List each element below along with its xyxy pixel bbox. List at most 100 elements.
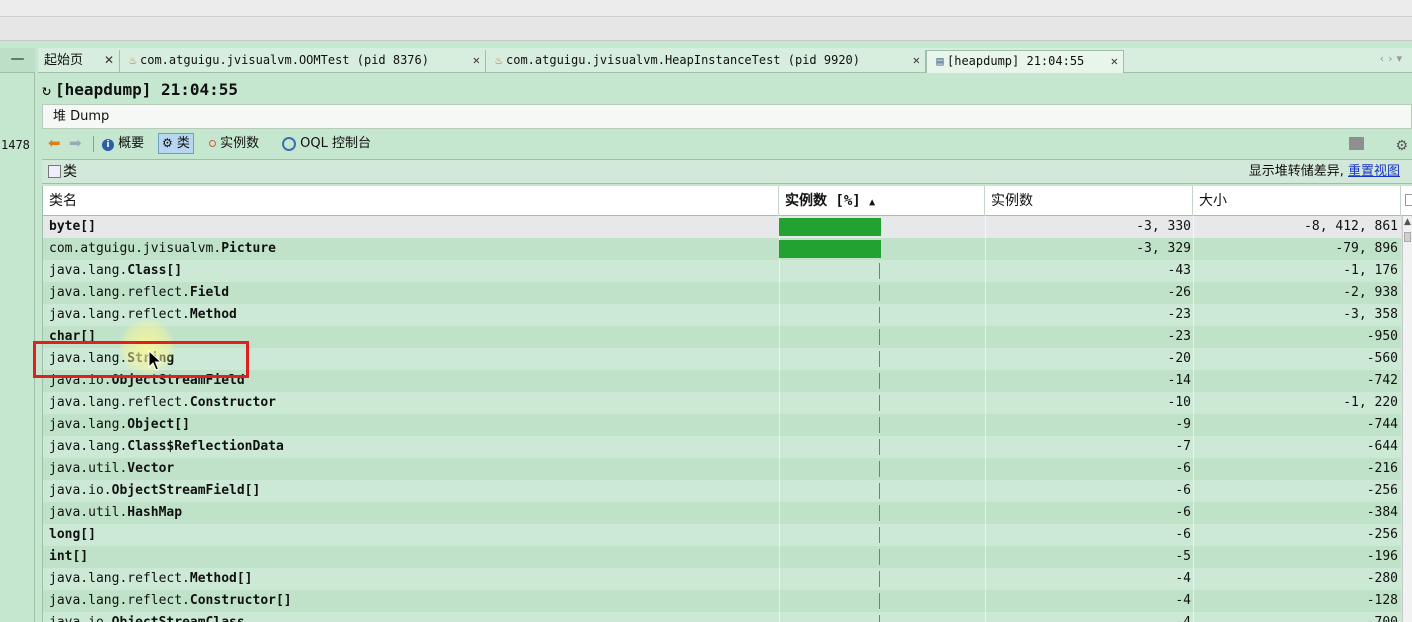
close-icon[interactable]: ✕: [104, 50, 114, 71]
tab-oomtest[interactable]: ♨ com.atguigu.jvisualvm.OOMTest (pid 8376…: [120, 50, 486, 73]
close-icon[interactable]: ✕: [913, 50, 920, 71]
tab-start-page[interactable]: 起始页 ✕: [38, 50, 120, 73]
column-header-class-name[interactable]: 类名: [43, 186, 779, 216]
oql-console-button[interactable]: OQL 控制台: [282, 130, 371, 157]
toolbar-separator: [93, 136, 94, 152]
close-icon[interactable]: ✕: [473, 50, 480, 71]
class-package-text: java.lang.reflect.: [49, 395, 190, 410]
size-cell: -256: [1366, 483, 1398, 498]
class-name-cell: java.util.Vector: [49, 458, 174, 480]
instances-label: 实例数: [220, 136, 260, 151]
back-arrow-icon[interactable]: ⬅: [48, 130, 61, 157]
snapshot-icon[interactable]: [1349, 137, 1364, 150]
instance-count-cell: -6: [1175, 505, 1191, 520]
instances-icon: [209, 140, 216, 147]
instance-count-cell: -10: [1167, 395, 1191, 410]
sort-ascending-icon: ▲: [869, 197, 876, 208]
table-header: 类名 实例数 [%] ▲ 实例数 大小: [43, 186, 1412, 216]
size-cell: -3, 358: [1343, 307, 1398, 322]
column-header-instances[interactable]: 实例数: [985, 186, 1193, 216]
class-name-cell: int[]: [49, 546, 88, 568]
oql-icon: [282, 136, 296, 151]
size-cell: -280: [1366, 571, 1398, 586]
vertical-scrollbar[interactable]: ▲: [1402, 216, 1412, 622]
class-simple-name-text: HashMap: [127, 505, 183, 520]
scrollbar-thumb[interactable]: [1404, 232, 1411, 242]
class-name-cell: java.io.ObjectStreamField[]: [49, 480, 260, 502]
size-cell: -128: [1366, 593, 1398, 608]
instances-percent-bar: [879, 483, 880, 499]
tab-label: 起始页: [44, 53, 84, 68]
instances-percent-bar: [879, 571, 880, 587]
instances-percent-bar: [879, 505, 880, 521]
oql-label: OQL 控制台: [300, 136, 371, 151]
column-divider: [779, 480, 780, 502]
forward-arrow-icon[interactable]: ➡: [69, 130, 82, 157]
table-row[interactable]: java.util.Vector -6 -216: [43, 458, 1401, 480]
classes-button[interactable]: ⚙ 类: [158, 133, 194, 154]
table-row[interactable]: java.io.ObjectStreamClass -4-700: [43, 612, 1401, 622]
column-divider: [779, 348, 780, 370]
instances-button[interactable]: 实例数: [209, 130, 259, 157]
table-row[interactable]: java.lang.reflect.Constructor[] -4 -128: [43, 590, 1401, 612]
column-divider: [779, 414, 780, 436]
column-divider: [779, 502, 780, 524]
instance-count-cell: -4: [1175, 593, 1191, 608]
size-cell: -1, 176: [1343, 263, 1398, 278]
table-row[interactable]: byte[] -3, 330 -8, 412, 861: [43, 216, 1401, 238]
column-divider: [779, 436, 780, 458]
class-simple-name-text: long[]: [49, 527, 96, 542]
class-package-text: java.io.: [49, 615, 112, 622]
class-simple-name-text: ObjectStreamClass: [112, 615, 245, 622]
table-row[interactable]: java.io.ObjectStreamField[] -6 -256: [43, 480, 1401, 502]
refresh-icon[interactable]: ↻: [42, 81, 51, 99]
column-divider: [779, 326, 780, 348]
tab-scroll-arrows[interactable]: ‹›▾: [1380, 52, 1406, 65]
tab-heapinstancetest[interactable]: ♨ com.atguigu.jvisualvm.HeapInstanceTest …: [486, 50, 926, 73]
column-divider: [779, 458, 780, 480]
settings-icon[interactable]: ⚙: [1395, 133, 1408, 160]
table-row[interactable]: java.lang.Class[] -43 -1, 176: [43, 260, 1401, 282]
close-icon[interactable]: ✕: [1111, 51, 1118, 72]
size-cell: -384: [1366, 505, 1398, 520]
instance-count-cell: -3, 329: [1136, 241, 1191, 256]
table-row[interactable]: int[] -5 -196: [43, 546, 1401, 568]
class-name-cell: java.lang.Object[]: [49, 414, 190, 436]
summary-button[interactable]: i 概要: [102, 130, 144, 157]
window-top-bar: [0, 0, 1412, 17]
size-cell: -700: [1193, 612, 1398, 622]
instances-percent-bar: [879, 329, 880, 345]
table-row[interactable]: java.lang.reflect.Method -23 -3, 358: [43, 304, 1401, 326]
reset-view-link[interactable]: 重置视图: [1348, 164, 1400, 179]
table-row[interactable]: com.atguigu.jvisualvm.Picture -3, 329 -79,…: [43, 238, 1401, 260]
column-divider: [779, 304, 780, 326]
instances-percent-bar: [879, 593, 880, 609]
table-row[interactable]: long[] -6 -256: [43, 524, 1401, 546]
class-simple-name-text: Class$ReflectionData: [127, 439, 284, 454]
percent-header-label: 实例数 [%]: [785, 193, 861, 209]
scroll-up-icon[interactable]: ▲: [1403, 216, 1412, 228]
java-cup-icon: ♨: [495, 53, 503, 67]
size-cell: -744: [1366, 417, 1398, 432]
column-divider: [779, 590, 780, 612]
instances-percent-bar: [879, 439, 880, 455]
minimize-button[interactable]: —: [0, 48, 35, 73]
table-row[interactable]: java.lang.reflect.Field -26 -2, 938: [43, 282, 1401, 304]
column-divider: [779, 370, 780, 392]
table-row[interactable]: java.lang.Class$ReflectionData -7 -644: [43, 436, 1401, 458]
column-header-instances-percent[interactable]: 实例数 [%] ▲: [779, 186, 985, 216]
table-row[interactable]: java.util.HashMap -6 -384: [43, 502, 1401, 524]
table-row[interactable]: java.lang.reflect.Method[] -4 -280: [43, 568, 1401, 590]
table-row[interactable]: java.lang.reflect.Constructor -10 -1, 220: [43, 392, 1401, 414]
tab-label: [heapdump] 21:04:55: [947, 54, 1085, 68]
column-chooser-icon[interactable]: [1405, 194, 1412, 206]
size-cell: -560: [1366, 351, 1398, 366]
column-header-size[interactable]: 大小: [1193, 186, 1401, 216]
tab-heapdump[interactable]: ▤ [heapdump] 21:04:55 ✕: [926, 50, 1124, 73]
class-package-text: java.lang.: [49, 417, 128, 432]
diff-info-text: 显示堆转储差异,: [1248, 164, 1348, 179]
size-cell: -1, 220: [1343, 395, 1398, 410]
column-divider: [779, 260, 780, 282]
size-cell: -216: [1366, 461, 1398, 476]
table-row[interactable]: java.lang.Object[] -9 -744: [43, 414, 1401, 436]
